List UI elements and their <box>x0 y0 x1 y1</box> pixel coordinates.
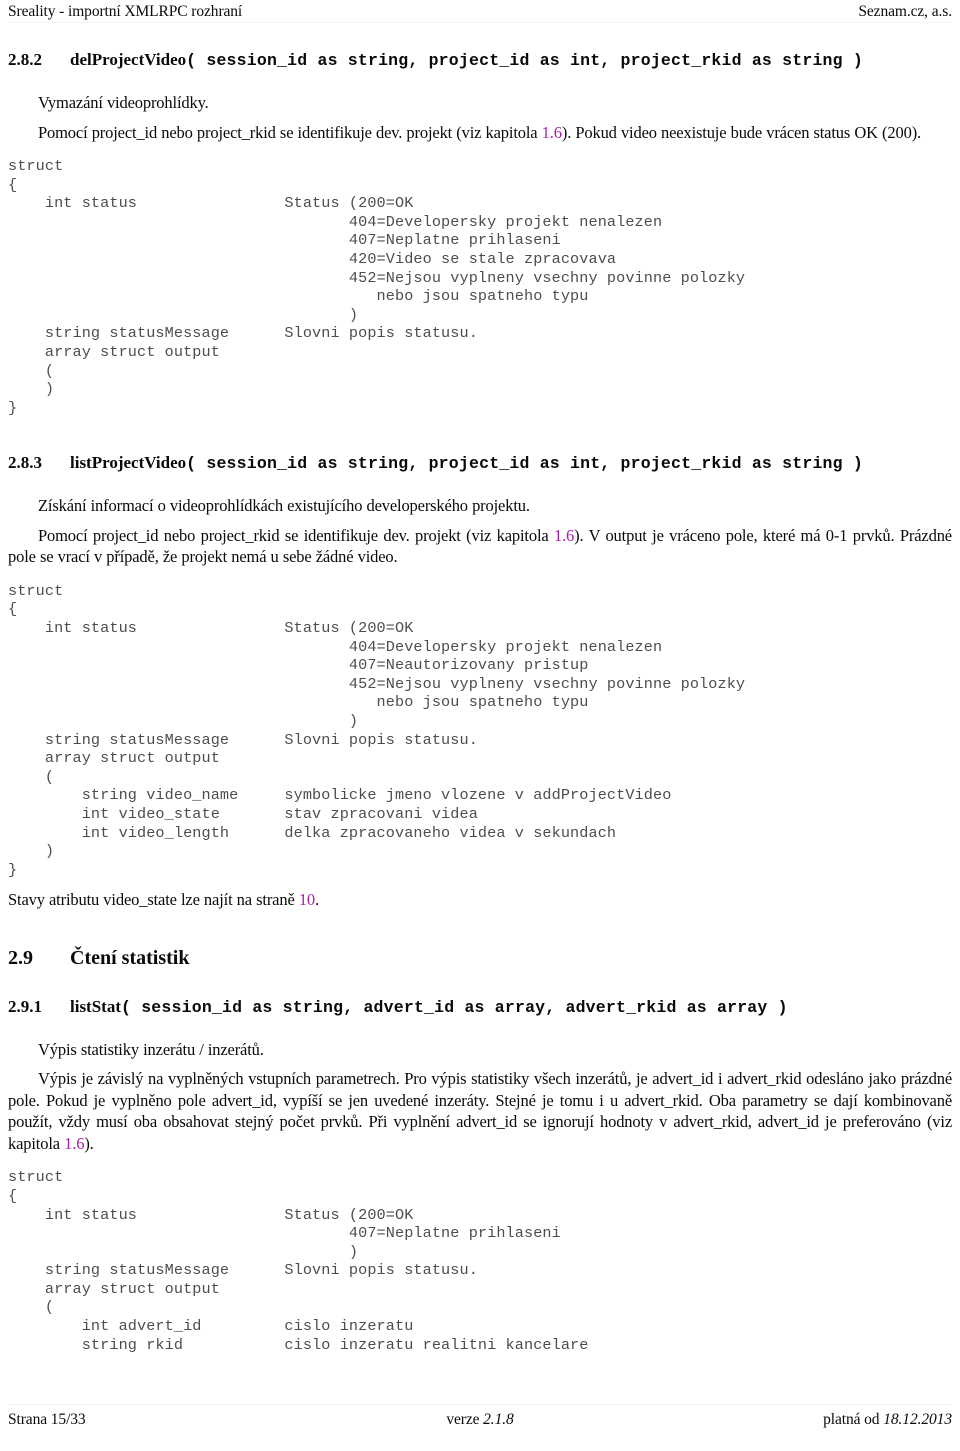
page-content: 2.8.2 delProjectVideo ( session_id as st… <box>8 48 952 1354</box>
paragraph-2-8-2-detail-b: ). Pokud video neexistuje bude vrácen st… <box>561 122 922 142</box>
heading-function-name-liststat: listStat <box>70 996 121 1016</box>
footer-version-label: verze <box>446 1411 484 1428</box>
heading-number-2-8-3: 2.8.3 <box>8 453 42 473</box>
header-document-title: Sreality - importní XMLRPC rozhraní <box>8 3 243 20</box>
heading-2-8-3: 2.8.3 listProjectVideo ( session_id as s… <box>8 451 952 475</box>
paragraph-2-9-1-detail: Výpis je závislý na vyplněných vstupních… <box>8 1068 952 1154</box>
heading-2-8-2: 2.8.2 delProjectVideo ( session_id as st… <box>8 48 952 72</box>
heading-signature-delprojectvideo: ( session_id as string, project_id as in… <box>186 51 863 70</box>
paragraph-2-8-2-intro: Vymazání videoprohlídky. <box>38 93 209 112</box>
code-block-delprojectvideo: struct { int status Status (200=OK 404=D… <box>8 157 746 417</box>
paragraph-2-9-1-detail-b: ). <box>84 1133 94 1153</box>
heading-2-9-1: 2.9.1 listStat ( session_id as string, a… <box>8 995 952 1019</box>
footer-divider <box>8 1404 952 1405</box>
header-divider <box>8 22 952 23</box>
paragraph-video-state-note-b: . <box>315 890 319 910</box>
heading-function-name-delprojectvideo: delProjectVideo <box>70 50 187 69</box>
link-kapitola-1-6-b[interactable]: 1.6 <box>554 526 574 545</box>
footer-version: verze 2.1.8 <box>8 1410 952 1430</box>
paragraph-2-8-3-detail: Pomocí project_id nebo project_rkid se i… <box>8 525 952 568</box>
heading-2-9: 2.9 Čtení statistik <box>8 945 952 971</box>
heading-number-2-8-2: 2.8.2 <box>8 50 42 69</box>
paragraph-2-9-1-detail-a: Výpis je závislý na vyplněných vstupních… <box>8 1069 952 1153</box>
link-strane-10[interactable]: 10 <box>299 890 315 909</box>
paragraph-2-9-1-intro: Výpis statistiky inzerátu / inzerátů. <box>38 1039 264 1059</box>
heading-signature-listprojectvideo: ( session_id as string, project_id as in… <box>186 454 863 474</box>
paragraph-video-state-note-a: Stavy atributu video_state lze najít na … <box>8 890 299 910</box>
heading-number-2-9: 2.9 <box>8 946 33 969</box>
paragraph-2-8-2-detail-a: Pomocí project_id nebo project_rkid se i… <box>38 122 542 142</box>
paragraph-2-8-3-intro: Získání informací o videoprohlídkách exi… <box>38 496 530 516</box>
code-block-listprojectvideo: struct { int status Status (200=OK 404=D… <box>8 581 746 879</box>
link-kapitola-1-6-a[interactable]: 1.6 <box>542 123 562 142</box>
footer-version-value: 2.1.8 <box>483 1411 514 1428</box>
running-footer: Strana 15/33 verze 2.1.8 platná od 18.12… <box>8 1410 952 1430</box>
link-kapitola-1-6-c[interactable]: 1.6 <box>64 1134 84 1153</box>
paragraph-video-state-note: Stavy atributu video_state lze najít na … <box>8 889 952 911</box>
header-company-name: Seznam.cz, a.s. <box>858 3 952 20</box>
paragraph-2-8-2-detail: Pomocí project_id nebo project_rkid se i… <box>8 122 952 144</box>
paragraph-2-8-3-detail-a: Pomocí project_id nebo project_rkid se i… <box>38 525 554 545</box>
heading-title-cteni-statistik: Čtení statistik <box>70 946 190 969</box>
code-block-liststat: struct { int status Status (200=OK 407=N… <box>8 1168 589 1354</box>
heading-signature-liststat: ( session_id as string, advert_id as arr… <box>121 997 788 1017</box>
heading-function-name-listprojectvideo: listProjectVideo <box>70 453 187 473</box>
heading-number-2-9-1: 2.9.1 <box>8 996 42 1016</box>
document-page: Sreality - importní XMLRPC rozhraní Sezn… <box>0 0 960 1451</box>
